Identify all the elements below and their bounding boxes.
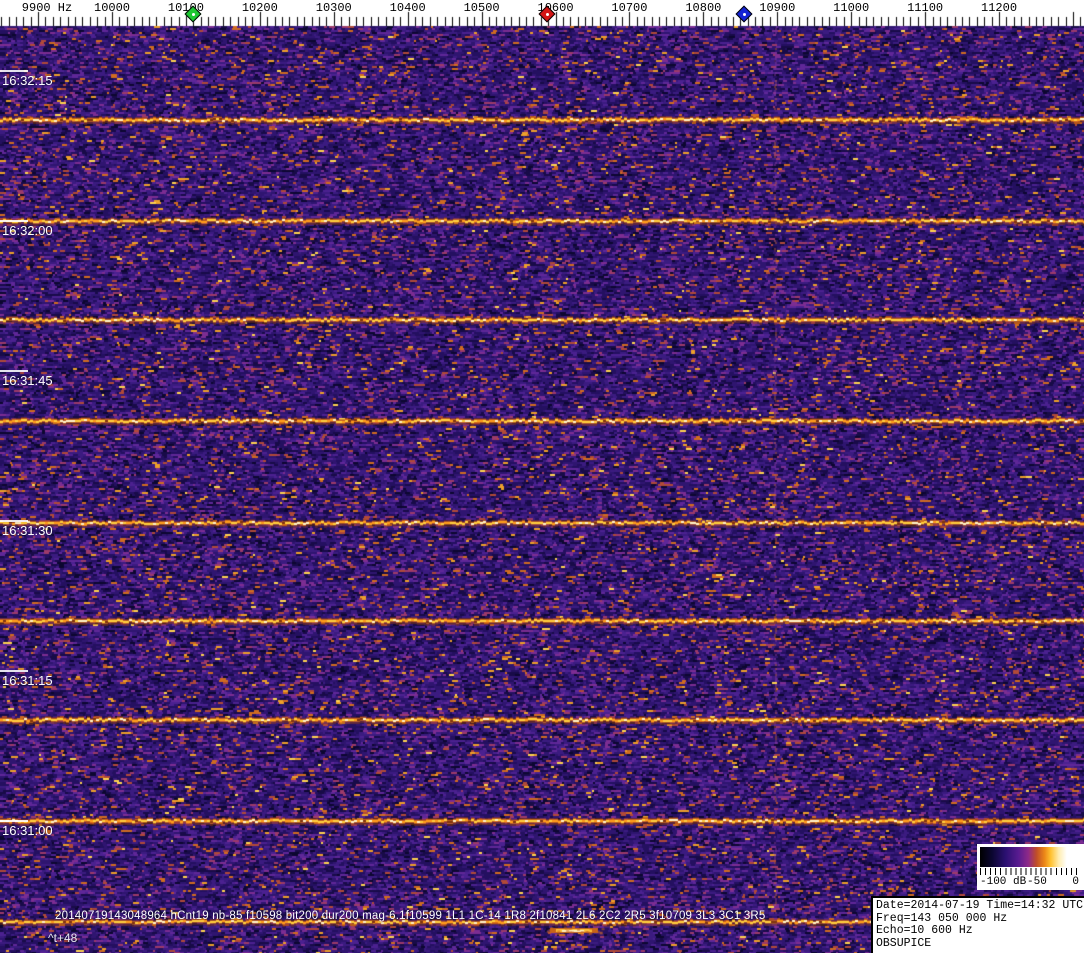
colorbar-ticks	[980, 868, 1081, 875]
time-tick	[0, 820, 28, 822]
time-label: 16:31:00	[2, 823, 53, 838]
colorbar-legend: -100 dB -50 0	[977, 844, 1084, 890]
cursor-note: ^t+48	[48, 931, 78, 945]
spectrogram-window: 9900 Hz 10000 10100 10200 10300 10400 10500 106…	[0, 0, 1084, 953]
green-diamond-marker[interactable]	[184, 5, 202, 23]
time-label: 16:31:45	[2, 373, 53, 388]
info-line-datetime: Date=2014-07-19 Time=14:32 UTC	[876, 899, 1084, 912]
blue-diamond-marker[interactable]	[735, 5, 753, 23]
marker-center-dot	[191, 12, 195, 16]
time-tick	[0, 70, 28, 72]
colorbar-label-min: -100 dB	[980, 876, 1027, 888]
time-label: 16:31:15	[2, 673, 53, 688]
time-label: 16:32:00	[2, 223, 53, 238]
time-label: 16:32:15	[2, 73, 53, 88]
time-tick	[0, 670, 28, 672]
red-diamond-marker[interactable]	[538, 5, 556, 23]
info-box: Date=2014-07-19 Time=14:32 UTC Freq=143 …	[871, 896, 1084, 953]
info-line-echo: Echo=10 600 Hz	[876, 924, 973, 937]
time-tick	[0, 520, 28, 522]
marker-center-dot	[545, 12, 549, 16]
info-line-station: OBSUPICE	[876, 936, 932, 950]
time-tick	[0, 220, 28, 222]
colorbar-labels: -100 dB -50 0	[977, 876, 1084, 889]
marker-center-dot	[742, 12, 746, 16]
colorbar-label-max: 0	[1072, 876, 1079, 888]
colorbar-gradient	[980, 847, 1081, 867]
detection-annotation: 20140719143048964 hCnt19 nb-85 f10598 bi…	[55, 910, 766, 922]
colorbar-label-mid: -50	[1027, 876, 1047, 888]
time-tick	[0, 370, 28, 372]
spectrogram-canvas[interactable]	[0, 0, 1084, 953]
time-label: 16:31:30	[2, 523, 53, 538]
